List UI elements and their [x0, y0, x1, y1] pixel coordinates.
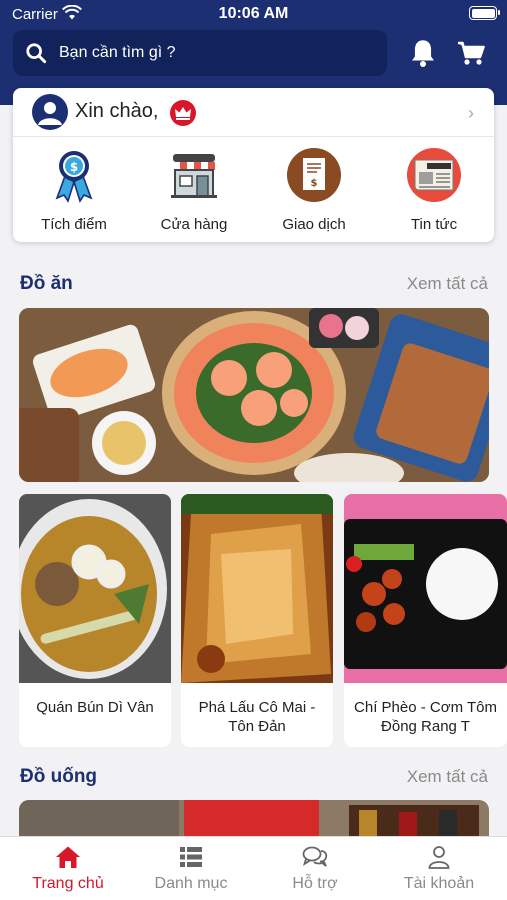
food-item-name: Phá Lấu Cô Mai - Tôn Đản — [198, 699, 316, 735]
account-card: Xin chào, › $ Tích điểm Cửa hàng $ Giao … — [13, 88, 494, 242]
search-bar[interactable]: Bạn cần tìm gì ? — [13, 30, 387, 76]
home-icon — [56, 846, 80, 868]
quick-action-transactions[interactable]: $ Giao dịch — [259, 146, 369, 233]
chevron-right-icon: › — [468, 103, 474, 123]
svg-text:$: $ — [70, 160, 78, 174]
quick-action-store[interactable]: Cửa hàng — [139, 146, 249, 233]
drink-banner-image[interactable] — [19, 800, 489, 840]
quick-action-news[interactable]: Tin tức — [379, 146, 489, 233]
status-bar: Carrier 10:06 AM — [0, 0, 507, 30]
svg-text:$: $ — [311, 178, 318, 189]
tab-label: Danh mục — [154, 875, 228, 892]
food-item-name: Quán Bún Dì Vân — [36, 699, 154, 716]
user-avatar-icon — [38, 102, 62, 125]
search-icon — [26, 43, 47, 64]
quick-action-label: Tin tức — [410, 216, 458, 233]
crown-icon — [170, 100, 196, 126]
chat-icon — [302, 846, 328, 867]
tab-label: Hỗ trợ — [292, 875, 338, 892]
receipt-icon: $ — [287, 148, 341, 202]
battery-icon — [469, 6, 500, 20]
cart-icon[interactable] — [457, 38, 485, 68]
search-placeholder: Bạn cần tìm gì ? — [59, 44, 176, 61]
food-item-image — [344, 494, 507, 683]
bottom-tab-bar: Trang chủ Danh mục Hỗ trợ Tài khoản — [0, 836, 507, 900]
list-icon — [180, 847, 202, 867]
quick-action-label: Giao dịch — [282, 216, 346, 233]
store-icon — [171, 154, 217, 198]
tab-label: Trang chủ — [32, 875, 104, 892]
food-item-card[interactable]: Phá Lấu Cô Mai - Tôn Đản — [181, 494, 333, 747]
food-item-image — [19, 494, 171, 683]
news-icon — [407, 148, 461, 202]
food-item-card[interactable]: Quán Bún Dì Vân — [19, 494, 171, 747]
food-item-name: Chí Phèo - Cơm Tôm Đồng Rang T — [354, 699, 497, 735]
user-icon — [428, 846, 450, 869]
quick-action-points[interactable]: $ Tích điểm — [19, 146, 129, 233]
food-section-title: Đồ ăn — [20, 273, 73, 294]
drink-section-title: Đồ uống — [20, 766, 98, 787]
drink-see-all-link[interactable]: Xem tất cả — [407, 767, 488, 787]
quick-action-label: Cửa hàng — [160, 216, 228, 233]
food-banner-image[interactable] — [19, 308, 489, 482]
status-time: 10:06 AM — [218, 5, 289, 22]
tab-home[interactable]: Trang chủ — [5, 845, 131, 893]
tab-categories[interactable]: Danh mục — [128, 845, 254, 893]
tab-label: Tài khoản — [403, 875, 475, 892]
greeting-text: Xin chào, — [75, 100, 159, 122]
food-item-card[interactable]: Chí Phèo - Cơm Tôm Đồng Rang T — [344, 494, 507, 747]
ribbon-badge-icon: $ — [55, 151, 93, 203]
quick-action-label: Tích điểm — [41, 216, 107, 233]
food-item-image — [181, 494, 333, 683]
greeting-row[interactable]: Xin chào, › — [13, 88, 494, 137]
tab-account[interactable]: Tài khoản — [376, 845, 502, 893]
avatar — [32, 94, 68, 130]
food-see-all-link[interactable]: Xem tất cả — [407, 274, 488, 294]
bell-icon[interactable] — [409, 38, 437, 68]
tab-support[interactable]: Hỗ trợ — [252, 845, 378, 893]
